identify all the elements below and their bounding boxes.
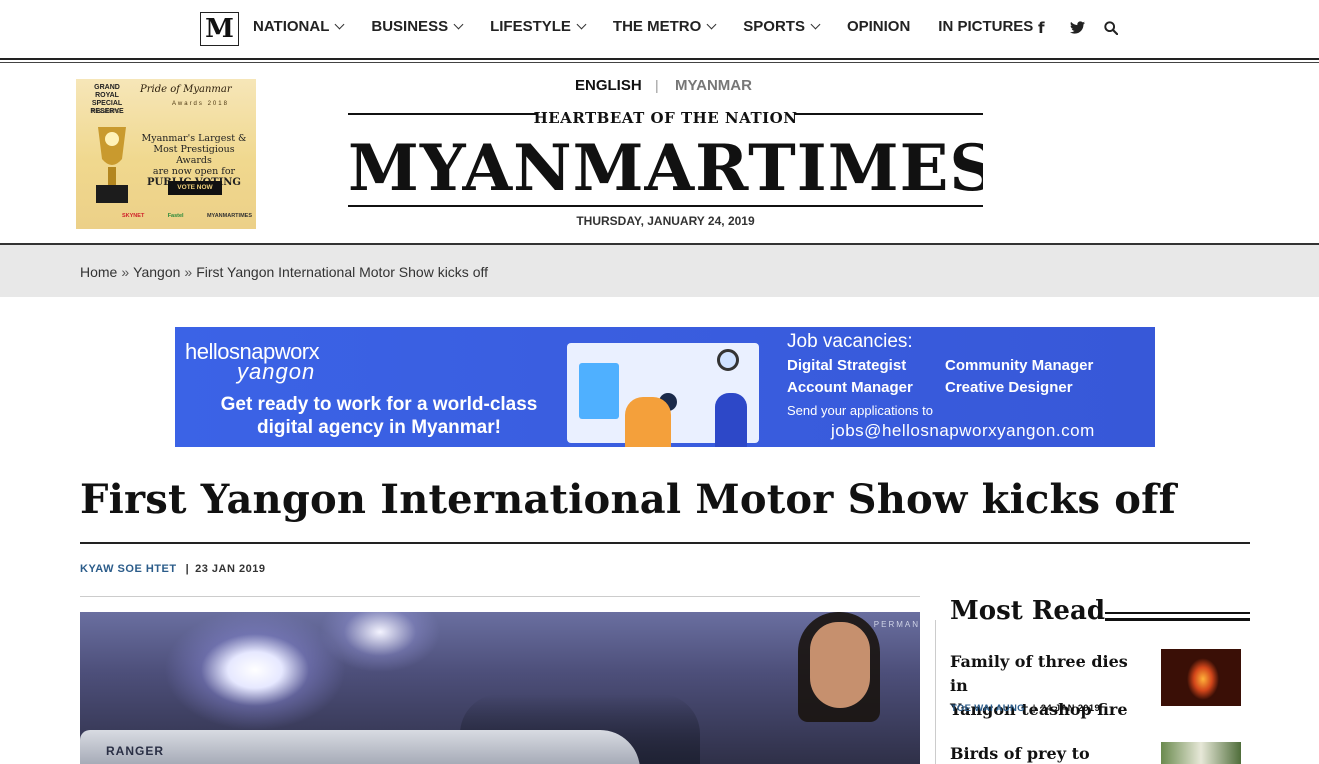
most-read-date: 24 JAN 2019 (1040, 703, 1101, 714)
breadcrumb: Home» Yangon» First Yangon International M… (80, 264, 488, 280)
lang-myanmar-link[interactable]: MYANMAR (675, 77, 752, 94)
nav-lifestyle-label: LIFESTYLE (490, 18, 571, 35)
banner-screen (579, 363, 619, 419)
search-icon[interactable] (1104, 21, 1118, 35)
facebook-icon[interactable]: f (1038, 19, 1045, 37)
chevron-down-icon (810, 19, 821, 30)
most-read-item-title[interactable]: Birds of prey to regale (950, 742, 1150, 764)
nav-opinion[interactable]: OPINION (847, 18, 910, 35)
hellosnapworx-banner-ad[interactable]: hellosnapworx yangon Get ready to work f… (175, 327, 1155, 447)
breadcrumb-sep: » (184, 264, 193, 280)
most-read-thumbnail[interactable] (1161, 742, 1241, 764)
banner-role: Community Manager (945, 357, 1094, 374)
banner-email: jobs@hellosnapworxyangon.com (831, 421, 1095, 440)
breadcrumb-current: First Yangon International Motor Show ki… (196, 264, 488, 280)
nav-lifestyle[interactable]: LIFESTYLE (490, 18, 587, 35)
byline-rule (80, 596, 920, 597)
most-read-item-meta: TOE WAI AUNG | 24 JAN 2019 (951, 703, 1100, 714)
nav-sports[interactable]: SPORTS (743, 18, 821, 35)
main-nav: NATIONAL BUSINESS LIFESTYLE THE METRO SP… (253, 18, 1061, 35)
nav-in-pictures[interactable]: IN PICTURES (938, 18, 1033, 35)
banner-role: Creative Designer (945, 379, 1073, 396)
most-read-title-line: Birds of prey to regale (950, 744, 1090, 763)
nav-business[interactable]: BUSINESS (371, 18, 464, 35)
pride-of-myanmar-ad[interactable]: GRAND ROYAL SPECIAL RESERVE PRESENTS Pri… (76, 79, 256, 229)
banner-headline-1: Get ready to work for a world-class (220, 394, 538, 415)
masthead-tagline: HEARTBEAT OF THE NATION (533, 109, 798, 127)
most-read-title: Most Read (950, 596, 1105, 626)
article-headline: First Yangon International Motor Show ki… (80, 476, 1177, 523)
hero-ranger-text: RANGER (106, 744, 165, 758)
banner-headline: Get ready to work for a world-class digi… (209, 393, 549, 439)
hero-model-face (810, 622, 870, 708)
chevron-down-icon (576, 19, 587, 30)
headline-rule (80, 542, 1250, 544)
sidebar-divider (935, 620, 936, 764)
banner-send: Send your applications to (787, 403, 933, 418)
vote-now-button[interactable]: VOTE NOW (168, 181, 222, 195)
breadcrumb-home[interactable]: Home (80, 264, 117, 280)
chevron-down-icon (334, 19, 345, 30)
breadcrumb-sep: » (121, 264, 130, 280)
ad-presents: PRESENTS (92, 109, 119, 115)
banner-role: Account Manager (787, 379, 913, 396)
chevron-down-icon (453, 19, 464, 30)
banner-person (715, 393, 747, 447)
nav-national-label: NATIONAL (253, 18, 330, 35)
ad-sponsors: SKYNET Fastel MYANMARTIMES (122, 213, 252, 219)
magnifier-icon (717, 349, 739, 371)
banner-jobs-title: Job vacancies: (787, 331, 913, 352)
twitter-icon[interactable] (1070, 21, 1085, 34)
masthead-logo[interactable]: MYANMARTIMES (348, 127, 983, 211)
ad-line3: are now open for (152, 166, 236, 177)
nav-business-label: BUSINESS (371, 18, 449, 35)
chevron-down-icon (706, 19, 717, 30)
sponsor-skynet: SKYNET (122, 213, 145, 219)
article-byline: KYAW SOE HTET | 23 JAN 2019 (80, 563, 265, 575)
banner-headline-2: digital agency in Myanmar! (257, 417, 501, 438)
lang-english-link[interactable]: ENGLISH (575, 77, 642, 94)
nav-national[interactable]: NATIONAL (253, 18, 345, 35)
trophy-icon (96, 127, 128, 203)
most-read-sep: | (1032, 703, 1036, 714)
nav-opinion-label: OPINION (846, 18, 911, 35)
masthead-underline (348, 205, 983, 207)
nav-sports-label: SPORTS (743, 18, 805, 35)
most-read-thumbnail[interactable] (1161, 649, 1241, 706)
sponsor-myanmar-times: MYANMARTIMES (206, 213, 252, 219)
hero-sign: PERMAN (873, 620, 920, 629)
most-read-author[interactable]: TOE WAI AUNG (951, 703, 1025, 714)
ad-line1: Myanmar's Largest & (141, 133, 247, 144)
site-logo[interactable]: M (200, 12, 239, 46)
banner-logo-bottom: yangon (237, 359, 316, 384)
article-hero-image: PERMAN RANGER (80, 612, 920, 764)
most-read-rule (1105, 618, 1250, 621)
most-read-rule (1105, 612, 1250, 614)
nav-the-metro-label: THE METRO (612, 18, 702, 35)
banner-person (625, 397, 671, 447)
ad-awards-year: Awards 2018 (172, 101, 229, 107)
nav-the-metro[interactable]: THE METRO (612, 18, 717, 35)
breadcrumb-yangon[interactable]: Yangon (133, 264, 180, 280)
byline-sep: | (185, 563, 190, 575)
sponsor-fastel: Fastel (167, 213, 184, 219)
article-date: 23 JAN 2019 (195, 563, 266, 575)
article-author[interactable]: KYAW SOE HTET (80, 563, 177, 575)
ad-copy: Myanmar's Largest & Most Prestigious Awa… (138, 133, 250, 188)
current-date: THURSDAY, JANUARY 24, 2019 (576, 214, 755, 228)
ad-line2: Most Prestigious Awards (153, 144, 235, 166)
nav-divider (0, 62, 1319, 63)
most-read-title-line: Family of three dies in (950, 652, 1128, 695)
nav-in-pictures-label: IN PICTURES (938, 18, 1034, 35)
lang-separator: | (655, 77, 659, 93)
banner-role: Digital Strategist (787, 357, 907, 374)
ad-pride-title: Pride of Myanmar (140, 84, 232, 95)
